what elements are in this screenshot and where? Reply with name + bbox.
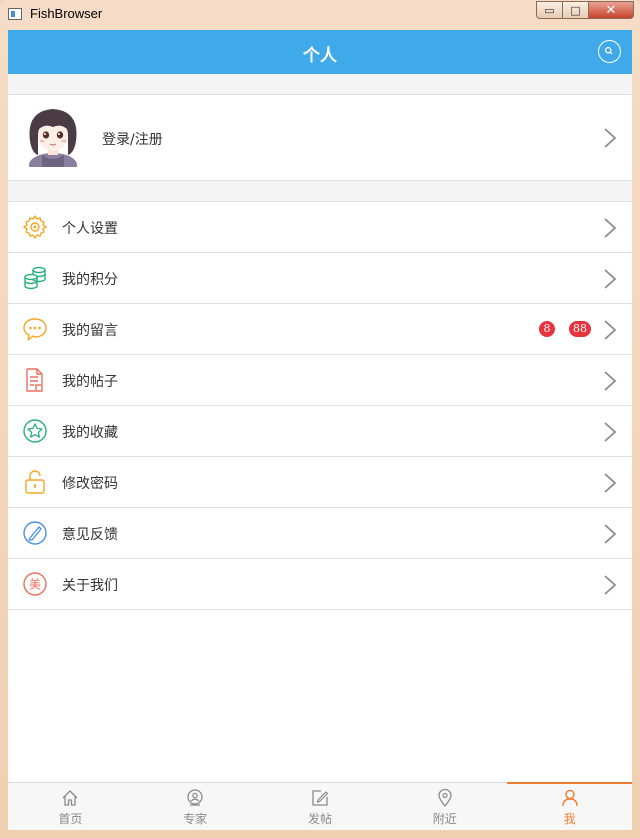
menu-item-posts[interactable]: 我的帖子 <box>8 355 632 406</box>
chevron-right-icon <box>604 524 617 544</box>
close-button[interactable]: ✕ <box>589 1 634 19</box>
chevron-right-icon <box>604 422 617 442</box>
app-icon <box>8 8 22 20</box>
section-spacer <box>8 74 632 95</box>
maximize-button[interactable]: □ <box>563 1 589 19</box>
window-title: FishBrowser <box>30 6 103 21</box>
login-row[interactable]: 登录/注册 <box>8 95 632 181</box>
section-spacer <box>8 181 632 202</box>
menu-item-label: 我的帖子 <box>62 374 118 390</box>
chevron-right-icon <box>604 128 617 148</box>
about-icon: 美 <box>23 572 47 596</box>
menu-item-settings[interactable]: 个人设置 <box>8 202 632 253</box>
gear-icon <box>23 215 47 239</box>
login-register-label: 登录/注册 <box>102 132 163 148</box>
svg-text:美: 美 <box>29 578 41 592</box>
chevron-right-icon <box>604 320 617 340</box>
pen-icon <box>23 521 47 545</box>
tab-me[interactable]: 我 <box>507 782 632 830</box>
search-icon <box>604 46 613 55</box>
chevron-right-icon <box>604 269 617 289</box>
tab-label: 发帖 <box>307 812 332 826</box>
unread-badge: 8 <box>539 321 555 337</box>
page-title: 个人 <box>303 46 337 66</box>
menu-item-label: 意见反馈 <box>62 527 118 543</box>
star-icon <box>23 419 47 443</box>
minimize-button[interactable]: ▭ <box>536 1 563 19</box>
app-window: FishBrowser ▭ □ ✕ 个人 登录/注册 个人设置 我的积分 我的留… <box>0 0 640 838</box>
minimize-icon: ▭ <box>544 3 555 17</box>
menu-item-label: 我的收藏 <box>62 425 118 441</box>
location-icon <box>438 788 452 808</box>
tab-label: 我 <box>563 812 576 826</box>
menu-item-label: 我的积分 <box>62 272 118 288</box>
avatar <box>24 105 82 167</box>
tab-post[interactable]: 发帖 <box>258 783 383 830</box>
menu-item-favorites[interactable]: 我的收藏 <box>8 406 632 457</box>
chevron-right-icon <box>604 371 617 391</box>
unread-badge: 88 <box>569 321 591 337</box>
maximize-icon: □ <box>570 3 581 17</box>
user-icon <box>561 789 578 807</box>
tab-expert[interactable]: 专家 <box>133 783 258 830</box>
tab-nearby[interactable]: 附近 <box>382 783 507 830</box>
chevron-right-icon <box>604 575 617 595</box>
menu-item-change-password[interactable]: 修改密码 <box>8 457 632 508</box>
close-icon: ✕ <box>605 2 617 18</box>
tab-label: 首页 <box>58 812 83 826</box>
menu-item-messages[interactable]: 我的留言 8 88 <box>8 304 632 355</box>
post-icon <box>312 790 329 806</box>
chevron-right-icon <box>604 218 617 238</box>
window-controls: ▭ □ ✕ <box>536 1 634 19</box>
window-titlebar[interactable]: FishBrowser ▭ □ ✕ <box>0 0 640 28</box>
menu-item-label: 个人设置 <box>62 221 118 237</box>
document-icon <box>26 368 43 392</box>
coins-icon <box>24 266 46 290</box>
expert-icon <box>187 789 203 806</box>
tab-label: 附近 <box>432 812 457 826</box>
page-header: 个人 <box>8 30 632 74</box>
menu-item-label: 关于我们 <box>62 578 118 594</box>
app-content: 个人 登录/注册 个人设置 我的积分 我的留言 8 88 我的帖子 我的收藏 修… <box>8 30 632 830</box>
settings-menu: 个人设置 我的积分 我的留言 8 88 我的帖子 我的收藏 修改密码 意见反馈 … <box>8 202 632 610</box>
menu-item-about-us[interactable]: 美 关于我们 <box>8 559 632 610</box>
search-button[interactable] <box>598 40 621 63</box>
menu-item-label: 我的留言 <box>62 323 118 339</box>
menu-item-points[interactable]: 我的积分 <box>8 253 632 304</box>
lock-icon <box>25 470 45 494</box>
menu-item-feedback[interactable]: 意见反馈 <box>8 508 632 559</box>
chevron-right-icon <box>604 473 617 493</box>
tab-home[interactable]: 首页 <box>8 783 133 830</box>
message-icon <box>23 318 47 341</box>
bottom-tab-bar: 首页 专家 发帖 附近 我 <box>8 782 632 830</box>
home-icon <box>62 790 78 806</box>
tab-label: 专家 <box>183 812 208 826</box>
menu-item-label: 修改密码 <box>62 476 118 492</box>
